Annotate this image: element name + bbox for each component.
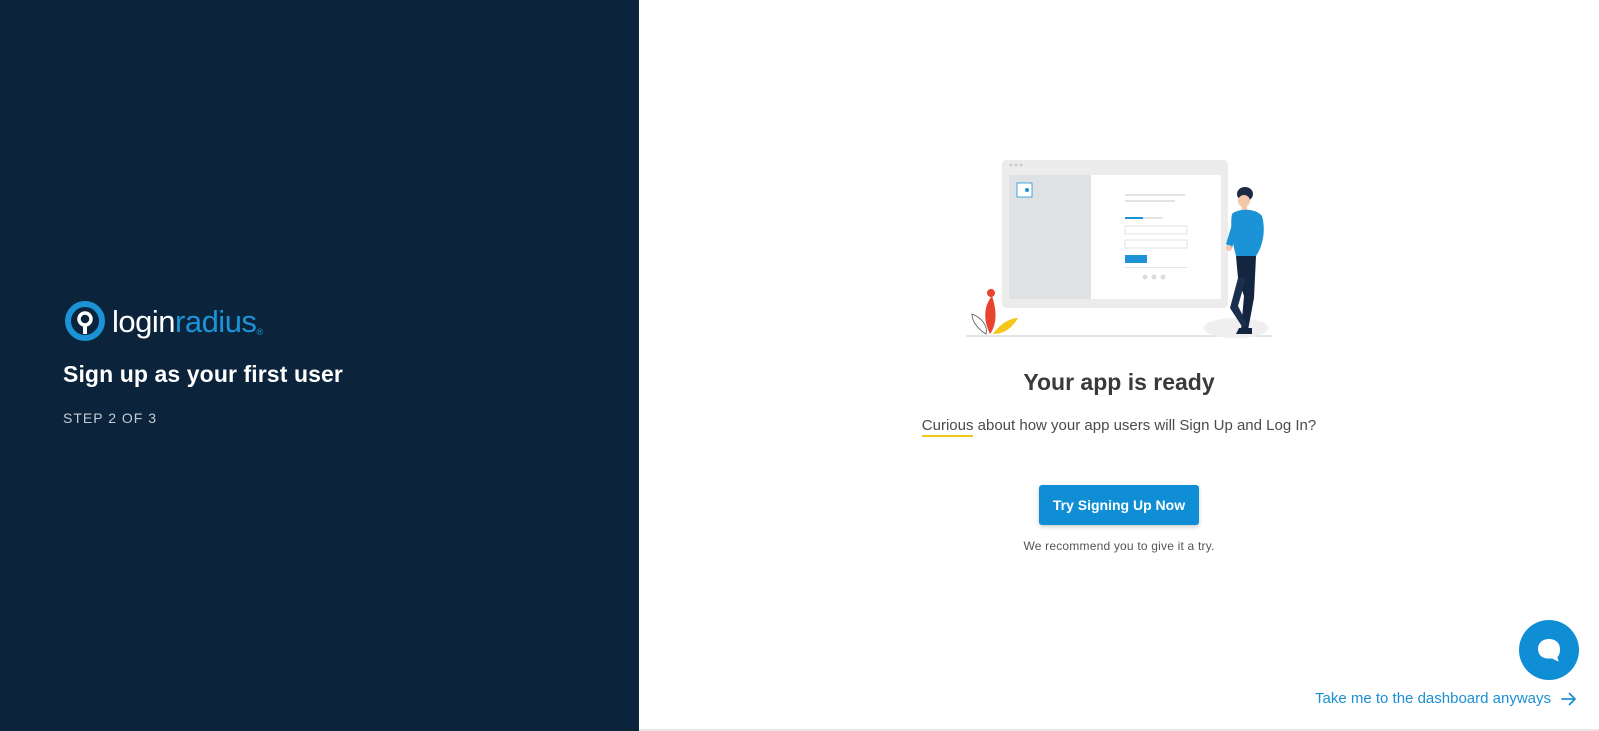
- try-signing-up-button[interactable]: Try Signing Up Now: [1039, 485, 1199, 525]
- ready-subtitle: Curious about how your app users will Si…: [639, 417, 1599, 437]
- dashboard-link-label: Take me to the dashboard anyways: [1315, 690, 1551, 707]
- step-indicator: STEP 2 OF 3: [63, 410, 157, 426]
- left-panel: loginradius® Sign up as your first user …: [0, 0, 639, 731]
- cta-recommendation-note: We recommend you to give it a try.: [1023, 539, 1215, 553]
- arrow-right-icon: [1561, 692, 1576, 705]
- dashboard-link[interactable]: Take me to the dashboard anyways: [1315, 690, 1577, 707]
- chat-bubble-icon: [1538, 639, 1560, 662]
- page-title: Sign up as your first user: [63, 361, 343, 387]
- app-ready-illustration: [966, 160, 1272, 338]
- highlight-word: Curious: [921, 417, 974, 437]
- chat-button[interactable]: [1519, 620, 1579, 680]
- logo-wordmark: loginradius®: [112, 303, 263, 339]
- loginradius-logo: loginradius®: [64, 300, 263, 342]
- ready-title: Your app is ready: [1023, 369, 1215, 395]
- subtitle-text: about how your app users will Sign Up an…: [973, 417, 1317, 434]
- loginradius-logo-icon: [65, 301, 105, 341]
